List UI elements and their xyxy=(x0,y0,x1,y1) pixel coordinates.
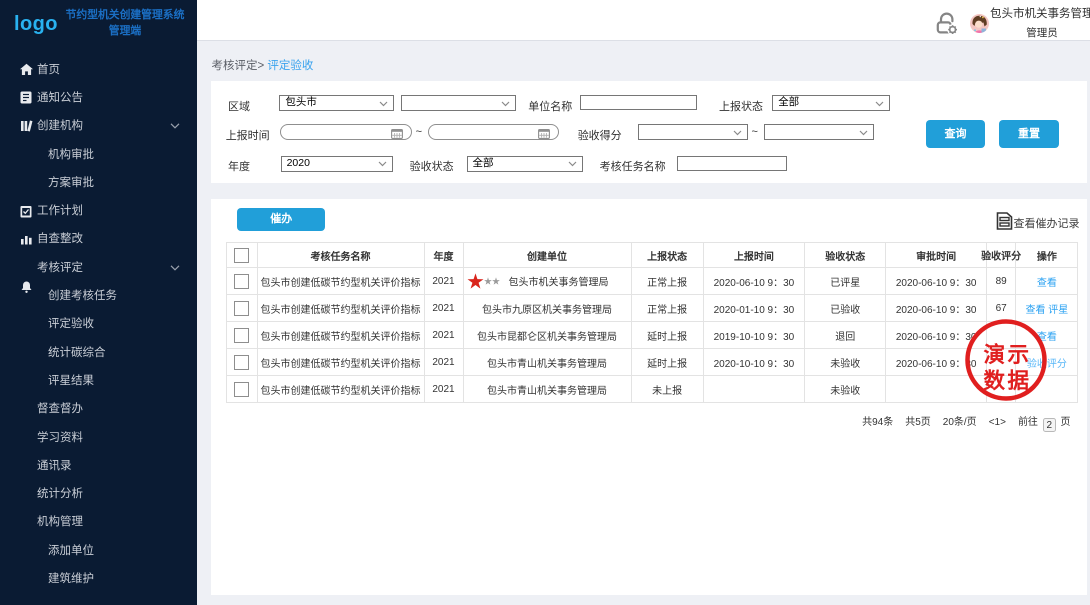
svg-text:数据: 数据 xyxy=(983,369,1031,393)
svg-text:演示: 演示 xyxy=(983,342,1031,367)
